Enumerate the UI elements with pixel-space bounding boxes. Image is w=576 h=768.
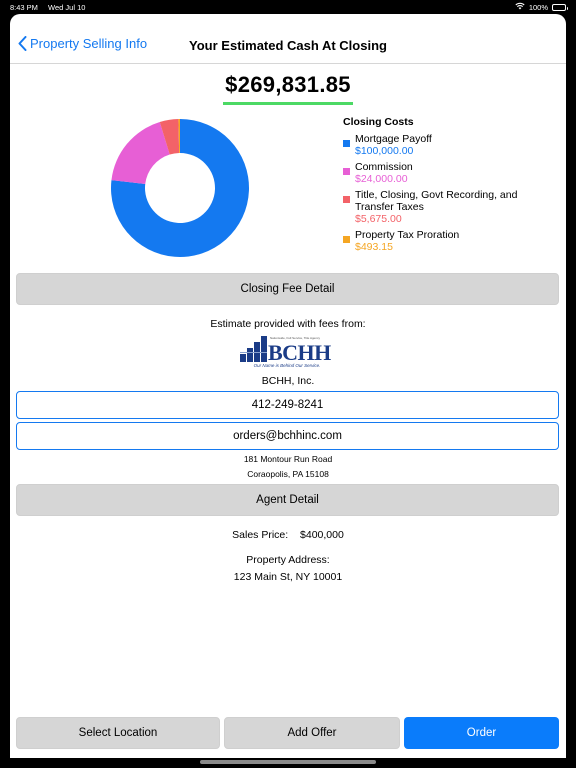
back-button-label: Property Selling Info: [30, 36, 148, 51]
property-address-value: 123 Main St, NY 10001: [233, 571, 343, 583]
sales-price-value: $400,000: [300, 529, 344, 541]
phone-link[interactable]: 412-249-8241: [16, 391, 559, 419]
legend-value: $100,000.00: [355, 145, 414, 157]
legend-value: $493.15: [355, 241, 393, 253]
closing-costs-donut-chart: [111, 119, 250, 257]
status-bar: 8:43 PM Wed Jul 10 100%: [0, 0, 576, 14]
logo-stairs-icon: [240, 336, 267, 362]
total-amount: $269,831.85: [223, 72, 353, 105]
total-cash: $269,831.85: [10, 72, 566, 105]
navigation-bar: Property Selling Info Your Estimated Cas…: [10, 14, 566, 64]
legend-title: Closing Costs: [343, 116, 414, 128]
legend-swatch: [343, 196, 350, 203]
legend-label: Mortgage Payoff: [355, 133, 432, 145]
address-line-1: 181 Montour Run Road: [243, 454, 333, 464]
main-sheet: Property Selling Info Your Estimated Cas…: [10, 14, 566, 758]
legend-swatch: [343, 140, 350, 147]
back-button[interactable]: Property Selling Info: [18, 36, 147, 51]
donut-slice: [111, 122, 170, 184]
legend-label: Title, Closing, Govt Recording, and Tran…: [355, 189, 518, 213]
legend-item: Mortgage Payoff $100,000.00: [343, 133, 553, 157]
home-indicator: [200, 760, 376, 764]
agent-detail-button[interactable]: Agent Detail: [16, 484, 559, 516]
sales-price: Sales Price: $400,000: [10, 529, 566, 541]
legend-swatch: [343, 236, 350, 243]
chart-legend: Closing Costs Mortgage Payoff $100,000.00…: [343, 116, 553, 257]
property-address-label: Property Address:: [246, 554, 330, 566]
legend-value: $24,000.00: [355, 173, 408, 185]
status-date: Wed Jul 10: [48, 2, 86, 12]
bchh-logo: Nationwide, Full Service, Title Agency B…: [240, 333, 334, 369]
select-location-button[interactable]: Select Location: [16, 717, 220, 749]
battery-percent: 100%: [528, 2, 548, 12]
order-button[interactable]: Order: [404, 717, 559, 749]
battery-icon: [552, 3, 568, 11]
address-line-2: Coraopolis, PA 15108: [247, 469, 329, 479]
legend-item: Title, Closing, Govt Recording, and Tran…: [343, 189, 553, 225]
closing-fee-detail-button[interactable]: Closing Fee Detail: [16, 273, 559, 305]
status-time: 8:43 PM: [10, 2, 38, 12]
logo-tagline: Our Name is Behind Our Service.: [253, 363, 321, 368]
company-name: BCHH, Inc.: [261, 375, 315, 387]
provider-intro: Estimate provided with fees from:: [210, 318, 366, 330]
sales-price-label: Sales Price:: [232, 529, 289, 541]
legend-swatch: [343, 168, 350, 175]
wifi-icon: [515, 2, 525, 12]
email-link[interactable]: orders@bchhinc.com: [16, 422, 559, 450]
chevron-left-icon: [18, 36, 27, 51]
legend-item: Property Tax Proration $493.15: [343, 229, 553, 253]
legend-label: Commission: [355, 161, 413, 173]
add-offer-button[interactable]: Add Offer: [224, 717, 400, 749]
legend-value: $5,675.00: [355, 213, 402, 225]
legend-label: Property Tax Proration: [355, 229, 460, 241]
legend-item: Commission $24,000.00: [343, 161, 553, 185]
